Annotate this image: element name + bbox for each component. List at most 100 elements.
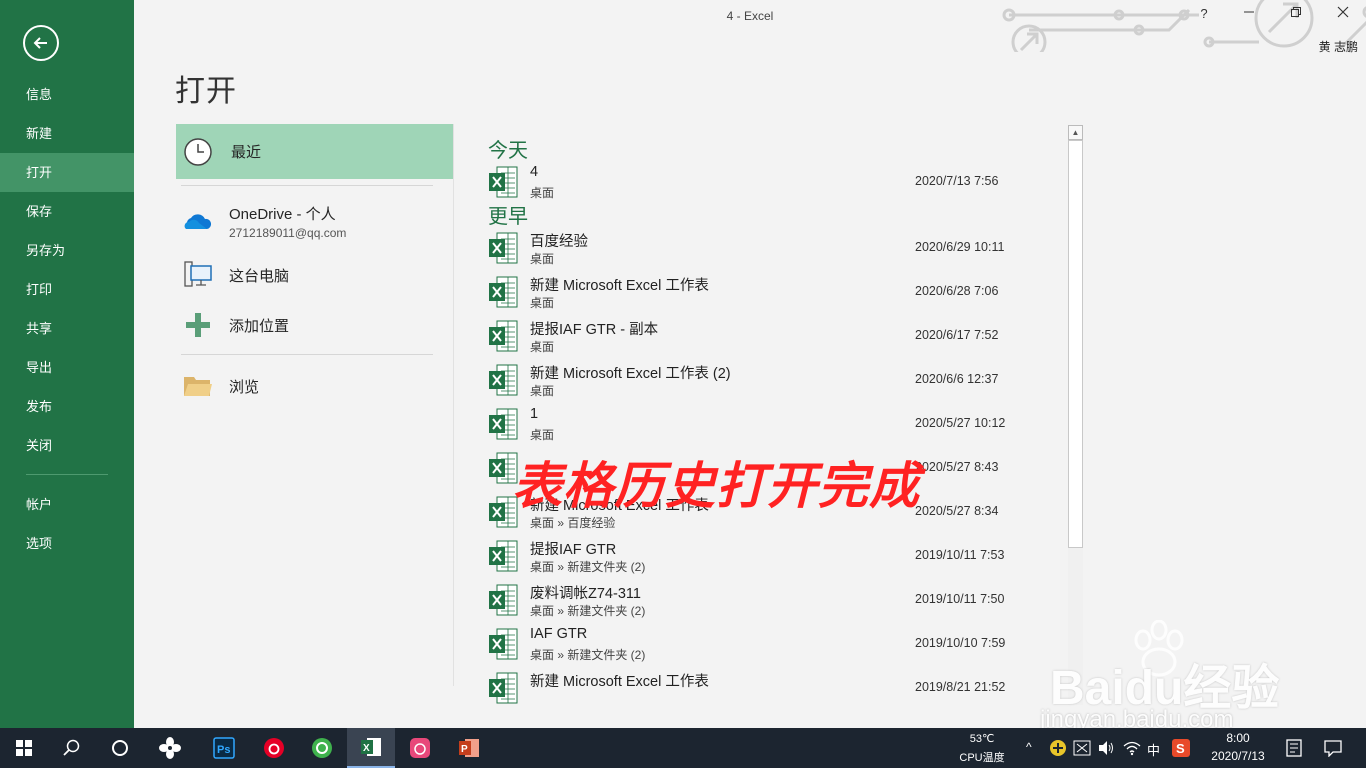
excel-file-icon — [489, 584, 518, 616]
help-button[interactable]: ? — [1189, 6, 1219, 28]
browse-label: 浏览 — [229, 378, 260, 396]
recent-file-row[interactable]: 1 桌面 2020/5/27 10:12 — [488, 406, 1063, 450]
tray-plus-icon[interactable] — [1049, 739, 1067, 757]
location-onedrive[interactable]: OneDrive - 个人 2712189011@qq.com — [176, 192, 453, 250]
clock-date[interactable]: 2020/7/13 — [1198, 749, 1278, 763]
taskbar-netease-music[interactable] — [250, 728, 298, 768]
today-files: 4 桌面 2020/7/13 7:56 — [488, 164, 1063, 208]
restore-button[interactable] — [1281, 6, 1311, 28]
file-date: 2020/6/28 7:06 — [915, 284, 999, 298]
nav-export[interactable]: 导出 — [0, 348, 134, 387]
recent-file-row[interactable]: 新建 Microsoft Excel 工作表 2019/8/21 21:52 — [488, 670, 1063, 704]
minimize-button[interactable] — [1234, 6, 1264, 28]
location-this-pc[interactable]: 这台电脑 — [176, 250, 453, 300]
location-recent[interactable]: 最近 — [176, 124, 453, 179]
recent-file-row[interactable]: 新建 Microsoft Excel 工作表 (2) 桌面 2020/6/6 12:… — [488, 362, 1063, 406]
wifi-icon[interactable] — [1123, 740, 1141, 756]
cpu-temp[interactable]: 53℃ — [958, 732, 1006, 745]
location-divider-2 — [181, 354, 433, 355]
scroll-up-arrow-icon[interactable]: ▲ — [1068, 125, 1083, 140]
location-divider — [181, 185, 433, 186]
nav-share[interactable]: 共享 — [0, 309, 134, 348]
close-icon — [1337, 6, 1349, 18]
nav-print[interactable]: 打印 — [0, 270, 134, 309]
nav-open[interactable]: 打开 — [0, 153, 134, 192]
file-name: 新建 Microsoft Excel 工作表 (2) — [530, 366, 731, 382]
ime-mode-icon[interactable] — [1073, 740, 1091, 756]
recent-file-row[interactable]: 新建 Microsoft Excel 工作表 桌面 2020/6/28 7:06 — [488, 274, 1063, 318]
file-name: 新建 Microsoft Excel 工作表 — [530, 674, 709, 690]
nav-info[interactable]: 信息 — [0, 75, 134, 114]
nav-divider — [26, 474, 108, 475]
recent-file-row[interactable]: 提报IAF GTR - 副本 桌面 2020/6/17 7:52 — [488, 318, 1063, 362]
nav-account[interactable]: 帐户 — [0, 485, 134, 524]
location-add-place[interactable]: 添加位置 — [176, 300, 453, 350]
excel-file-icon — [489, 320, 518, 352]
file-path: 桌面 — [530, 384, 555, 398]
file-date: 2020/5/27 8:43 — [915, 460, 999, 474]
excel-file-icon — [489, 540, 518, 572]
file-date: 2020/6/17 7:52 — [915, 328, 999, 342]
taskbar-app-pinwheel[interactable] — [146, 728, 194, 768]
nav-publish[interactable]: 发布 — [0, 387, 134, 426]
pinwheel-app-icon — [159, 737, 181, 759]
search-button[interactable] — [48, 728, 96, 768]
title-bar: 4 - Excel ? 黄 志鹏 — [134, 0, 1366, 54]
recent-file-row[interactable]: IAF GTR 桌面 » 新建文件夹 (2) 2019/10/10 7:59 — [488, 626, 1063, 670]
location-browse[interactable]: 浏览 — [176, 361, 453, 411]
notes-icon[interactable] — [1285, 739, 1303, 757]
taskbar-app-pink[interactable] — [396, 728, 444, 768]
task-view-button[interactable] — [96, 728, 144, 768]
taskbar-powerpoint[interactable]: P — [445, 728, 493, 768]
add-place-label: 添加位置 — [229, 317, 290, 335]
file-name: 提报IAF GTR — [530, 542, 617, 558]
start-button[interactable] — [0, 728, 48, 768]
nav-close[interactable]: 关闭 — [0, 426, 134, 465]
show-hidden-icons[interactable]: ^ — [1026, 740, 1032, 754]
clock-icon — [184, 137, 212, 166]
action-center-icon[interactable] — [1324, 739, 1342, 757]
search-icon — [63, 739, 80, 756]
svg-text:S: S — [1176, 741, 1185, 756]
file-name: IAF GTR — [530, 626, 588, 642]
taskbar-photoshop[interactable]: Ps — [200, 728, 248, 768]
file-name: 废料调帐Z74-311 — [530, 586, 641, 602]
recent-file-row[interactable]: 提报IAF GTR 桌面 » 新建文件夹 (2) 2019/10/11 7:53 — [488, 538, 1063, 582]
excel-file-icon — [489, 232, 518, 264]
excel-file-icon — [489, 364, 518, 396]
taskbar: Ps X P 53℃ CPU温度 ^ 中 S 8:00 2020/7/13 — [0, 728, 1366, 768]
browser-icon — [312, 738, 332, 758]
file-date: 2019/10/11 7:53 — [915, 548, 1005, 562]
nav-new[interactable]: 新建 — [0, 114, 134, 153]
overlay-caption: 表格历史打开完成 — [512, 458, 920, 514]
close-button[interactable] — [1328, 6, 1358, 28]
window-title: 4 - Excel — [726, 9, 774, 23]
recent-file-row[interactable]: 百度经验 桌面 2020/6/29 10:11 — [488, 230, 1063, 274]
file-path: 桌面 — [530, 428, 555, 442]
files-scrollbar[interactable]: ▲ — [1068, 125, 1083, 705]
volume-icon[interactable] — [1097, 740, 1115, 756]
user-name[interactable]: 黄 志鹏 — [1319, 38, 1358, 55]
taskbar-browser[interactable] — [298, 728, 346, 768]
file-path: 桌面 » 新建文件夹 (2) — [530, 604, 646, 618]
excel-file-icon — [489, 628, 518, 660]
taskbar-excel[interactable]: X — [347, 728, 395, 768]
file-date: 2020/5/27 8:34 — [915, 504, 999, 518]
clock-time[interactable]: 8:00 — [1208, 731, 1268, 745]
nav-save-as[interactable]: 另存为 — [0, 231, 134, 270]
sogou-input-icon[interactable]: S — [1171, 738, 1191, 758]
nav-options[interactable]: 选项 — [0, 524, 134, 563]
back-arrow-icon[interactable] — [23, 25, 59, 61]
nav-save[interactable]: 保存 — [0, 192, 134, 231]
recent-files-list: 今天 4 桌面 2020/7/13 7:56 更早 百度经验 桌面 2020/6/29 … — [488, 138, 1063, 704]
recent-file-row[interactable]: 4 桌面 2020/7/13 7:56 — [488, 164, 1063, 208]
onedrive-label: OneDrive - 个人 — [229, 205, 336, 223]
file-path: 桌面 — [530, 252, 555, 266]
onedrive-cloud-icon — [184, 214, 212, 229]
file-name: 新建 Microsoft Excel 工作表 — [530, 278, 709, 294]
recent-file-row[interactable]: 废料调帐Z74-311 桌面 » 新建文件夹 (2) 2019/10/11 7:50 — [488, 582, 1063, 626]
ime-indicator[interactable]: 中 — [1147, 740, 1160, 759]
scrollbar-thumb[interactable] — [1068, 140, 1083, 548]
excel-file-icon — [489, 276, 518, 308]
file-path: 桌面 — [530, 186, 555, 200]
